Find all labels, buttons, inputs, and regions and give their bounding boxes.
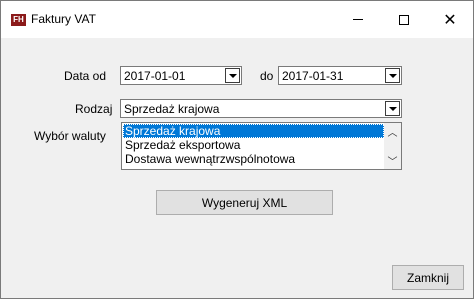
minimize-icon <box>353 19 363 20</box>
date-from-value: 2017-01-01 <box>124 69 186 83</box>
type-dropdown-button[interactable] <box>385 101 400 116</box>
close-icon: ✕ <box>443 9 457 29</box>
chevron-down-icon <box>228 73 237 78</box>
minimize-button[interactable] <box>335 1 381 38</box>
generate-xml-button[interactable]: Wygeneruj XML <box>156 190 333 215</box>
type-option-selected[interactable]: Sprzedaż krajowa <box>123 124 384 138</box>
close-window-button[interactable]: ✕ <box>427 1 473 38</box>
date-from-dropdown-button[interactable] <box>225 68 240 83</box>
date-to-field[interactable]: 2017-01-31 <box>278 66 402 85</box>
faktury-vat-window: FH Faktury VAT ✕ Data od 2017-01-01 do 2… <box>0 0 474 299</box>
type-dropdown-list[interactable]: Sprzedaż krajowa Sprzedaż eksportowa Dos… <box>121 122 402 170</box>
type-select[interactable]: Sprzedaż krajowa <box>120 99 402 118</box>
date-to-label: do <box>260 69 274 83</box>
maximize-icon <box>399 14 409 25</box>
close-button[interactable]: Zamknij <box>392 265 464 290</box>
type-label: Rodzaj <box>75 102 113 116</box>
date-to-value: 2017-01-31 <box>282 69 344 83</box>
chevron-down-icon <box>388 73 397 78</box>
type-option[interactable]: Dostawa wewnątrzwspólnotowa <box>123 152 295 166</box>
date-from-label: Data od <box>64 69 107 83</box>
type-option[interactable]: Sprzedaż eksportowa <box>123 138 240 152</box>
maximize-button[interactable] <box>381 1 427 38</box>
date-to-dropdown-button[interactable] <box>385 68 400 83</box>
scroll-down-icon[interactable]: ﹀ <box>384 152 401 169</box>
chevron-down-icon <box>388 106 397 111</box>
scroll-up-icon[interactable]: ︿ <box>384 123 401 140</box>
date-from-field[interactable]: 2017-01-01 <box>120 66 242 85</box>
dropdown-scrollbar[interactable]: ︿ ﹀ <box>384 123 401 169</box>
currency-label: Wybór waluty <box>34 129 106 143</box>
title-bar[interactable]: FH Faktury VAT ✕ <box>1 1 473 38</box>
type-select-value: Sprzedaż krajowa <box>124 102 220 116</box>
app-logo-icon[interactable]: FH <box>11 14 26 26</box>
window-title: Faktury VAT <box>31 12 96 26</box>
